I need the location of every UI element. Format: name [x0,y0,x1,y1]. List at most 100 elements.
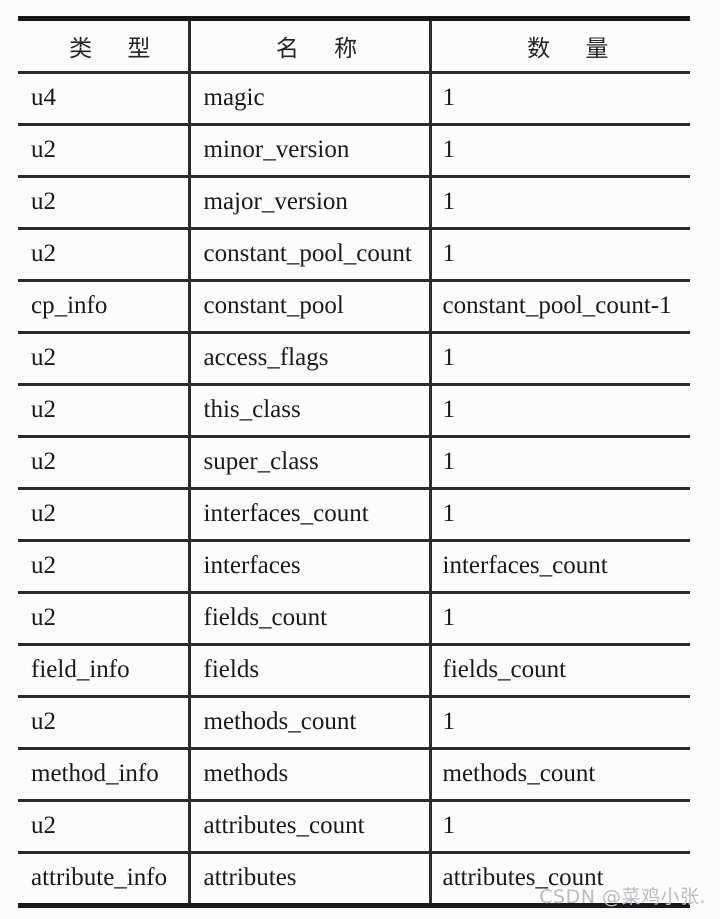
table-cell-name: attributes_count [189,800,432,854]
table-cell-count-text: 1 [442,136,456,164]
table-cell-name: magic [189,72,432,126]
table-cell-name-text: methods [203,760,289,788]
table-row: method_info methods methods_count [18,748,690,802]
table-cell-name: constant_pool [189,280,432,334]
table-cell-type-text: u2 [31,708,56,736]
table-cell-type: u2 [18,176,191,230]
table-cell-count-text: 1 [442,188,456,216]
table-cell-count: interfaces_count [430,540,690,594]
table-cell-name: this_class [189,384,432,438]
table-cell-count-text: 1 [442,84,456,112]
table-cell-count-text: interfaces_count [442,552,608,580]
table-cell-name: interfaces [189,540,432,594]
table-cell-name-text: attributes [203,864,297,892]
table-cell-type: u2 [18,488,191,542]
table-cell-count: 1 [430,696,690,750]
table-cell-count-text: 1 [442,604,456,632]
table-cell-name: fields_count [189,592,432,646]
table-cell-type-text: cp_info [31,292,108,320]
table-cell-name: access_flags [189,332,432,386]
column-header-type-label: 类 型 [69,36,165,62]
table-cell-name-text: methods_count [203,708,357,736]
table-cell-count-text: methods_count [442,760,596,788]
table-row: u2 access_flags 1 [18,332,690,386]
table-row: u2 minor_version 1 [18,124,690,178]
table-cell-count-text: constant_pool_count-1 [442,292,672,320]
table-cell-count-text: fields_count [442,656,567,684]
table-cell-name-text: attributes_count [203,812,365,840]
table-row: cp_info constant_pool constant_pool_count-… [18,280,690,334]
table-cell-type: method_info [18,748,191,802]
table-cell-type-text: u2 [31,604,56,632]
table-cell-type-text: method_info [31,760,159,788]
table-row: u4 magic 1 [18,72,690,126]
table-row: u2 this_class 1 [18,384,690,438]
table-cell-name-text: major_version [203,188,348,216]
table-cell-type-text: u2 [31,500,56,528]
table-cell-name-text: fields_count [203,604,328,632]
table-cell-type-text: u2 [31,448,56,476]
table-cell-name-text: constant_pool [203,292,344,320]
table-cell-type: u2 [18,332,191,386]
table-cell-name: interfaces_count [189,488,432,542]
table-cell-count-text: 1 [442,812,456,840]
table-cell-name-text: fields [203,656,260,684]
table-cell-name-text: this_class [203,396,301,424]
table-cell-name: methods_count [189,696,432,750]
table-row: u2 major_version 1 [18,176,690,230]
table-cell-type: cp_info [18,280,191,334]
table-cell-name: major_version [189,176,432,230]
table-cell-count: 1 [430,228,690,282]
column-header-type: 类 型 [18,16,191,74]
table-cell-count-text: 1 [442,448,456,476]
table-cell-count-text: 1 [442,708,456,736]
table-cell-type-text: u2 [31,396,56,424]
table-cell-name: constant_pool_count [189,228,432,282]
table-cell-count: 1 [430,332,690,386]
table-cell-count: 1 [430,124,690,178]
table-row: u2 attributes_count 1 [18,800,690,854]
table-cell-count: 1 [430,592,690,646]
table-cell-count-text: 1 [442,500,456,528]
column-header-count-label: 数 量 [527,36,623,62]
table-cell-name: fields [189,644,432,698]
table-row: u2 fields_count 1 [18,592,690,646]
document-page: 类 型 名 称 数 量 u4 magic 1 u2 minor_version 1 u2 ma… [0,0,720,919]
table-cell-count: methods_count [430,748,690,802]
column-header-count: 数 量 [430,16,690,74]
table-cell-type-text: field_info [31,656,130,684]
table-cell-type-text: u4 [31,84,56,112]
table-cell-type-text: u2 [31,552,56,580]
table-row: u2 constant_pool_count 1 [18,228,690,282]
table-cell-name: minor_version [189,124,432,178]
table-cell-name: methods [189,748,432,802]
table-cell-type: u2 [18,384,191,438]
table-cell-name-text: magic [203,84,265,112]
table-cell-count: 1 [430,176,690,230]
table-cell-name-text: super_class [203,448,319,476]
table-cell-count-text: 1 [442,344,456,372]
table-cell-count: 1 [430,800,690,854]
table-cell-count: constant_pool_count-1 [430,280,690,334]
table-cell-type-text: u2 [31,188,56,216]
csdn-watermark: CSDN @菜鸡小张. [539,886,706,908]
classfile-structure-table: 类 型 名 称 数 量 u4 magic 1 u2 minor_version 1 u2 ma… [18,16,690,908]
table-cell-count: fields_count [430,644,690,698]
table-cell-type: u2 [18,592,191,646]
table-cell-type-text: u2 [31,136,56,164]
table-cell-type-text: u2 [31,240,56,268]
table-cell-type: u2 [18,124,191,178]
table-row: u2 super_class 1 [18,436,690,490]
table-row: u2 interfaces_count 1 [18,488,690,542]
table-cell-type: u2 [18,540,191,594]
column-header-name: 名 称 [189,16,432,74]
table-cell-name-text: minor_version [203,136,350,164]
table-cell-count-text: 1 [442,240,456,268]
table-cell-count: 1 [430,72,690,126]
table-cell-type: field_info [18,644,191,698]
table-row: field_info fields fields_count [18,644,690,698]
table-cell-type: u2 [18,228,191,282]
table-cell-count: 1 [430,436,690,490]
table-cell-type-text: u2 [31,344,56,372]
table-cell-type: u2 [18,800,191,854]
